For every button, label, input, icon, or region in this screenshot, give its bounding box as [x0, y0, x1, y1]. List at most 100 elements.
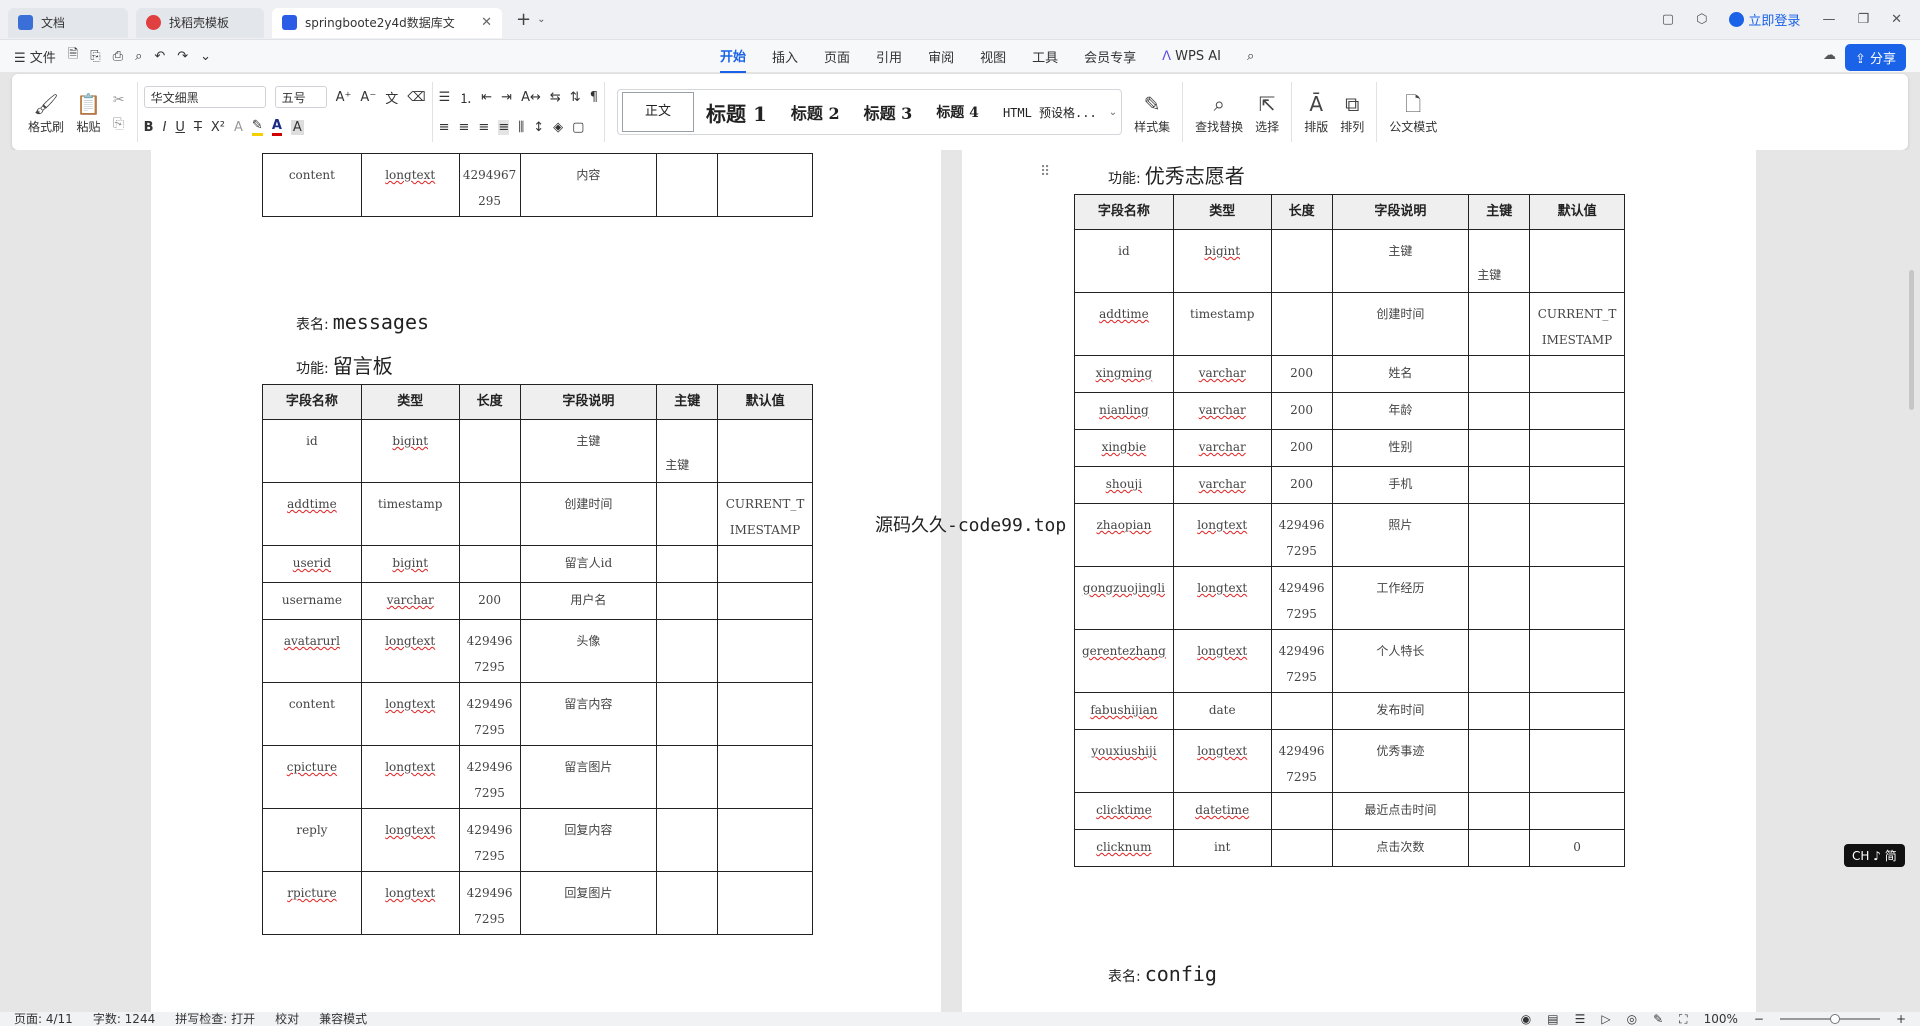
style-heading-2[interactable]: 标题 2	[779, 100, 852, 124]
file-menu[interactable]: ☰ 文件	[14, 47, 56, 66]
format-painter-button[interactable]: 🖌 格式刷	[28, 90, 64, 135]
style-heading-3[interactable]: 标题 3	[852, 100, 925, 124]
layout-button[interactable]: Ā 排版	[1304, 90, 1328, 135]
print-icon[interactable]: ⎙	[113, 49, 123, 64]
select-button[interactable]: ⇱ 选择	[1255, 90, 1279, 135]
web-view-icon[interactable]: ◎	[1627, 1012, 1637, 1026]
zoom-level[interactable]: 100%	[1704, 1012, 1738, 1026]
pen-icon[interactable]: ✎	[1653, 1012, 1663, 1026]
table-row: id bigint 主键 主键	[1074, 229, 1625, 293]
justify-icon[interactable]: ≡	[498, 119, 510, 135]
text-effect-icon[interactable]: A	[234, 120, 243, 135]
char-shading-icon[interactable]: A	[290, 119, 304, 135]
restore-icon[interactable]: ❐	[1857, 12, 1869, 27]
find-replace-button[interactable]: ⌕ 查找替换	[1195, 90, 1243, 135]
tab-docer[interactable]: 找稻壳模板	[136, 7, 264, 38]
close-icon[interactable]: ✕	[481, 15, 492, 30]
zoom-in-icon[interactable]: +	[1896, 1012, 1906, 1026]
outdent-icon[interactable]: ⇤	[481, 90, 492, 105]
style-html-preset[interactable]: HTML 预设格...	[991, 104, 1109, 121]
search-icon[interactable]: ⌕	[1247, 43, 1254, 70]
proofread[interactable]: 校对	[275, 1012, 299, 1026]
zoom-out-icon[interactable]: −	[1754, 1012, 1764, 1026]
sort-icon[interactable]: ⇅	[570, 90, 581, 105]
minimize-icon[interactable]: —	[1822, 12, 1835, 27]
zoom-slider[interactable]	[1779, 1014, 1880, 1024]
text-direction-icon[interactable]: ⇆	[550, 90, 561, 105]
eye-icon[interactable]: ◉	[1521, 1012, 1531, 1026]
align-right-icon[interactable]: ≡	[478, 120, 489, 135]
scrollbar[interactable]	[1909, 270, 1914, 410]
shading-icon[interactable]: ◈	[553, 120, 563, 135]
save-icon[interactable]: 🗎	[68, 45, 78, 67]
clear-format-icon[interactable]: ⌫	[407, 90, 425, 105]
char-spacing-icon[interactable]: A↔	[521, 90, 541, 105]
tab-member[interactable]: 会员专享	[1084, 41, 1136, 72]
font-family-select[interactable]: 华文细黑	[143, 86, 266, 108]
tab-start[interactable]: 开始	[720, 40, 747, 73]
highlight-icon[interactable]: ✎	[251, 118, 263, 136]
window-icon[interactable]: ▢	[1662, 12, 1674, 27]
wps-ai-button[interactable]: ᐱ WPS AI	[1162, 43, 1221, 70]
line-spacing-icon[interactable]: ↕	[533, 120, 544, 135]
font-size-select[interactable]: 五号	[274, 86, 327, 108]
show-marks-icon[interactable]: ¶	[590, 90, 598, 105]
align-left-icon[interactable]: ≡	[439, 120, 450, 135]
bullet-list-icon[interactable]: ☰	[439, 90, 451, 105]
word-count[interactable]: 字数: 1244	[93, 1012, 155, 1026]
strikethrough-icon[interactable]: T	[194, 120, 202, 135]
tab-tools[interactable]: 工具	[1032, 41, 1058, 72]
grow-font-icon[interactable]: A⁺	[336, 90, 352, 105]
italic-icon[interactable]: I	[163, 120, 167, 135]
style-heading-1[interactable]: 标题 1	[694, 98, 779, 127]
bold-icon[interactable]: B	[144, 120, 154, 135]
export-icon[interactable]: ⎘	[90, 49, 100, 64]
phonetic-icon[interactable]: 文	[385, 88, 398, 107]
play-icon[interactable]: ▷	[1601, 1012, 1610, 1026]
tab-reference[interactable]: 引用	[876, 41, 902, 72]
ime-indicator[interactable]: CH ♪ 简	[1844, 844, 1905, 867]
copy-icon[interactable]: ⎘	[113, 116, 125, 132]
style-normal[interactable]: 正文	[621, 92, 694, 132]
style-heading-4[interactable]: 标题 4	[924, 102, 991, 122]
more-icon[interactable]: ⌄	[200, 49, 211, 64]
tab-docs[interactable]: 文档	[8, 7, 128, 38]
numbered-list-icon[interactable]: ⒈	[459, 88, 472, 107]
indent-icon[interactable]: ⇥	[501, 90, 512, 105]
fit-icon[interactable]: ⛶	[1679, 1012, 1687, 1026]
border-icon[interactable]: ▢	[572, 120, 584, 135]
cloud-icon[interactable]: ☁	[1823, 48, 1836, 63]
spell-check[interactable]: 拼写检查: 打开	[175, 1012, 255, 1026]
new-tab-icon[interactable]: +	[516, 9, 531, 30]
drag-handle-icon[interactable]: ⠿	[1040, 164, 1050, 180]
preview-icon[interactable]: ⌕	[135, 49, 142, 64]
close-window-icon[interactable]: ✕	[1891, 12, 1902, 27]
login-button[interactable]: 立即登录	[1729, 10, 1800, 29]
official-mode-button[interactable]: 🗋 公文模式	[1389, 90, 1437, 135]
tab-review[interactable]: 审阅	[928, 41, 954, 72]
page-view-icon[interactable]: ▤	[1547, 1012, 1558, 1026]
outline-icon[interactable]: ☰	[1575, 1012, 1586, 1026]
share-button[interactable]: ⇪ 分享	[1844, 44, 1906, 71]
tab-page[interactable]: 页面	[824, 41, 850, 72]
paste-button[interactable]: 📋 粘贴	[76, 90, 101, 135]
cell	[1529, 629, 1625, 693]
redo-icon[interactable]: ↷	[177, 49, 188, 64]
tab-view[interactable]: 视图	[980, 41, 1006, 72]
underline-icon[interactable]: U	[175, 120, 185, 135]
arrange-button[interactable]: ⧉ 排列	[1340, 90, 1364, 135]
undo-icon[interactable]: ↶	[154, 49, 165, 64]
style-expand-icon[interactable]: ⌄	[1109, 107, 1117, 118]
align-center-icon[interactable]: ≡	[459, 120, 470, 135]
cube-icon[interactable]: ⬡	[1696, 12, 1707, 27]
distributed-icon[interactable]: ⫼	[518, 120, 524, 135]
page-count[interactable]: 页面: 4/11	[14, 1012, 73, 1026]
tab-insert[interactable]: 插入	[772, 41, 798, 72]
shrink-font-icon[interactable]: A⁻	[360, 90, 376, 105]
style-set-button[interactable]: ✎ 样式集	[1134, 90, 1170, 135]
chevron-down-icon[interactable]: ⌄	[537, 14, 545, 25]
superscript-icon[interactable]: X²	[211, 120, 225, 135]
cut-icon[interactable]: ✂	[113, 92, 125, 108]
font-color-icon[interactable]: A	[271, 118, 282, 136]
tab-document[interactable]: springboote2y4d数据库文档 ✕	[272, 7, 502, 38]
